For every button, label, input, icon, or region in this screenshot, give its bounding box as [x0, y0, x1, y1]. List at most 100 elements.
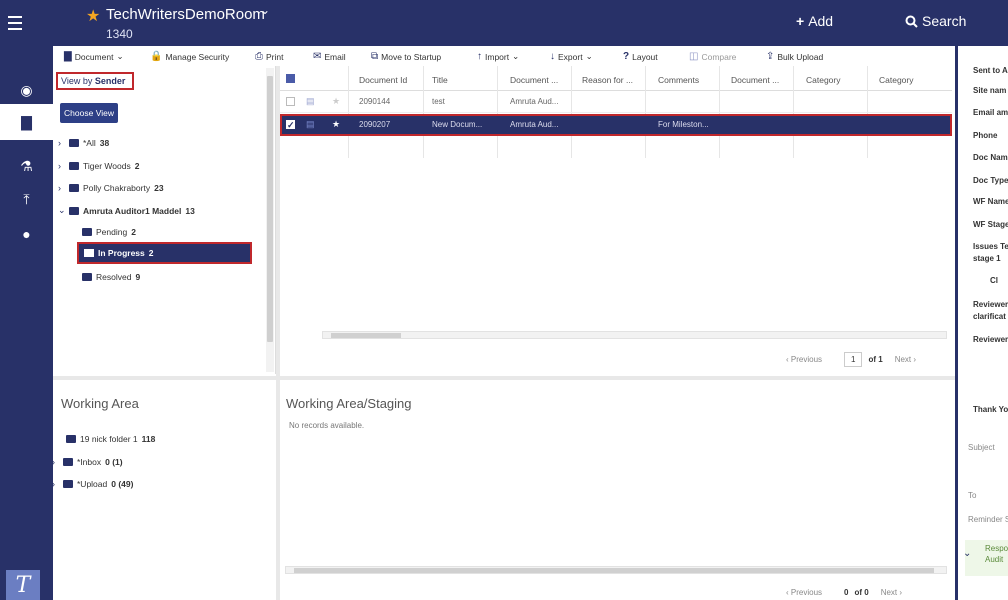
manage-security-button[interactable]: 🔒 Manage Security — [150, 51, 229, 62]
lab-flask-icon[interactable]: ⚗ — [0, 148, 53, 184]
select-all-checkbox[interactable] — [286, 74, 295, 83]
dashboard-icon[interactable]: ◉ — [0, 72, 53, 108]
view-by-prefix: View by — [61, 76, 93, 86]
arrow-up-icon: ↑ — [477, 51, 482, 62]
cell-title: test — [432, 97, 445, 106]
tree-item-pending[interactable]: Pending 2 — [82, 227, 136, 237]
email-icon: ✉ — [313, 51, 322, 62]
tree-item-label: *All — [83, 138, 96, 148]
detail-line: Phone — [973, 131, 998, 140]
tree-item-resolved[interactable]: Resolved 9 — [82, 272, 140, 282]
tree-item-amruta[interactable]: ⌄ Amruta Auditor1 Maddel 13 — [58, 205, 195, 216]
compare-button[interactable]: ◫ Compare — [689, 51, 736, 62]
column-header[interactable]: Document Id — [359, 75, 407, 85]
working-item-label: *Upload — [77, 479, 108, 489]
chevron-right-icon[interactable]: › — [58, 183, 65, 193]
export-menu[interactable]: ↓ Export ⌄ — [550, 51, 593, 62]
folder-icon — [63, 458, 73, 466]
next-page-button[interactable]: Next › — [895, 355, 916, 364]
star-icon[interactable]: ★ — [332, 119, 340, 130]
table-row-selected[interactable]: ✓ ▤ ★ 2090207 New Docum... Amruta Aud...… — [280, 114, 952, 136]
working-item-upload[interactable]: › *Upload 0 (49) — [52, 479, 133, 489]
detail-line: Cl — [990, 276, 998, 285]
layout-label: Layout — [632, 51, 658, 62]
tree-item-all[interactable]: › *All 38 — [58, 138, 109, 148]
question-icon: ? — [623, 51, 630, 62]
room-id: 1340 — [106, 27, 133, 41]
chevron-right-icon[interactable]: › — [58, 161, 65, 171]
grid-hscrollbar-thumb[interactable] — [331, 333, 401, 338]
page-total: of 0 — [854, 588, 869, 597]
view-by-selector[interactable]: View by Sender — [56, 72, 134, 90]
column-header[interactable]: Reason for ... — [582, 75, 633, 85]
chevron-right-icon[interactable]: › — [58, 138, 65, 148]
column-header[interactable]: Category — [806, 75, 841, 85]
plus-icon: + — [796, 13, 805, 29]
vertical-splitter-top[interactable] — [276, 66, 280, 376]
email-button[interactable]: ✉ Email — [313, 51, 346, 62]
row-checkbox[interactable] — [286, 97, 295, 106]
import-menu[interactable]: ↑ Import ⌄ — [477, 51, 519, 62]
search-button[interactable]: Search — [905, 13, 966, 29]
add-button[interactable]: + Add — [796, 13, 833, 29]
hamburger-menu-icon[interactable] — [8, 10, 30, 36]
response-box[interactable]: ⌄ Respo Audit — [963, 540, 1008, 576]
choose-view-button[interactable]: Choose View — [60, 103, 118, 123]
tree-scrollbar-thumb[interactable] — [267, 76, 273, 342]
folder-icon — [69, 162, 79, 170]
column-header[interactable]: Document ... — [510, 75, 558, 85]
column-header[interactable]: Document ... — [731, 75, 779, 85]
bulk-upload-button[interactable]: ⇪ Bulk Upload — [766, 51, 823, 62]
favorite-star-icon[interactable]: ★ — [86, 6, 100, 26]
tree-item-count: 9 — [135, 272, 141, 282]
star-icon[interactable]: ★ — [332, 96, 340, 107]
documents-icon[interactable]: ▇ — [0, 104, 53, 140]
room-name[interactable]: TechWritersDemoRoom — [106, 6, 265, 23]
previous-page-button[interactable]: ‹ Previous — [786, 588, 822, 597]
column-header[interactable]: Comments — [658, 75, 699, 85]
move-to-startup-button[interactable]: ⧉ Move to Startup — [371, 51, 441, 62]
previous-label: Previous — [790, 355, 823, 364]
user-icon[interactable]: ● — [0, 216, 53, 252]
manage-security-label: Manage Security — [165, 51, 230, 62]
tree-item-label: Tiger Woods — [83, 161, 131, 171]
working-item-inbox[interactable]: › *Inbox 0 (1) — [52, 457, 123, 467]
toolbar: ▇ Document ⌄ 🔒 Manage Security ⎙ Print ✉ Emai… — [53, 46, 955, 66]
document-menu[interactable]: ▇ Document ⌄ — [64, 51, 124, 62]
tree-item-count: 2 — [131, 227, 136, 237]
column-header[interactable]: Title — [432, 75, 448, 85]
page-number: 0 — [844, 588, 849, 597]
tree-item-tiger-woods[interactable]: › Tiger Woods 2 — [58, 161, 139, 171]
detail-line: WF Name — [973, 197, 1008, 206]
layout-button[interactable]: ? Layout — [623, 51, 658, 62]
next-page-button[interactable]: Next › — [881, 588, 902, 597]
staging-pager: ‹ Previous 0 of 0 Next › — [786, 588, 902, 597]
chevron-down-icon[interactable]: ⌄ — [58, 205, 66, 216]
add-label: Add — [808, 13, 834, 29]
table-row[interactable]: ▤ ★ 2090144 test Amruta Aud... — [280, 91, 952, 113]
row-checkbox-checked[interactable]: ✓ — [286, 120, 295, 130]
cell-document: Amruta Aud... — [510, 120, 559, 129]
staging-hscrollbar[interactable] — [285, 566, 947, 574]
page-number-input[interactable]: 1 — [844, 352, 863, 367]
documents-grid: Document Id Title Document ... Reason fo… — [280, 66, 952, 374]
detail-line: WF Stage — [973, 220, 1008, 229]
folder-icon — [69, 206, 79, 215]
tree-item-in-progress[interactable]: In Progress 2 — [77, 242, 252, 264]
chevron-right-icon[interactable]: › — [52, 457, 59, 467]
staging-hscrollbar-thumb[interactable] — [294, 568, 934, 573]
previous-page-button[interactable]: ‹ Previous — [786, 355, 822, 364]
upload-tray-icon[interactable]: ⤒ — [0, 181, 53, 217]
chevron-down-icon[interactable]: ⌄ — [963, 548, 971, 559]
working-item-nick-folder[interactable]: 19 nick folder 1 118 — [66, 434, 155, 444]
tree-scrollbar[interactable] — [266, 68, 274, 372]
column-header[interactable]: Category — [879, 75, 914, 85]
grid-hscrollbar[interactable] — [322, 331, 947, 339]
room-dropdown-chevron-icon[interactable]: ⌄ — [260, 3, 270, 17]
empty-message: No records available. — [289, 421, 365, 430]
grid-header: Document Id Title Document ... Reason fo… — [280, 66, 952, 91]
tree-item-polly[interactable]: › Polly Chakraborty 23 — [58, 183, 164, 193]
chevron-right-icon[interactable]: › — [52, 479, 59, 489]
cell-document: Amruta Aud... — [510, 97, 559, 106]
print-button[interactable]: ⎙ Print — [255, 51, 283, 62]
